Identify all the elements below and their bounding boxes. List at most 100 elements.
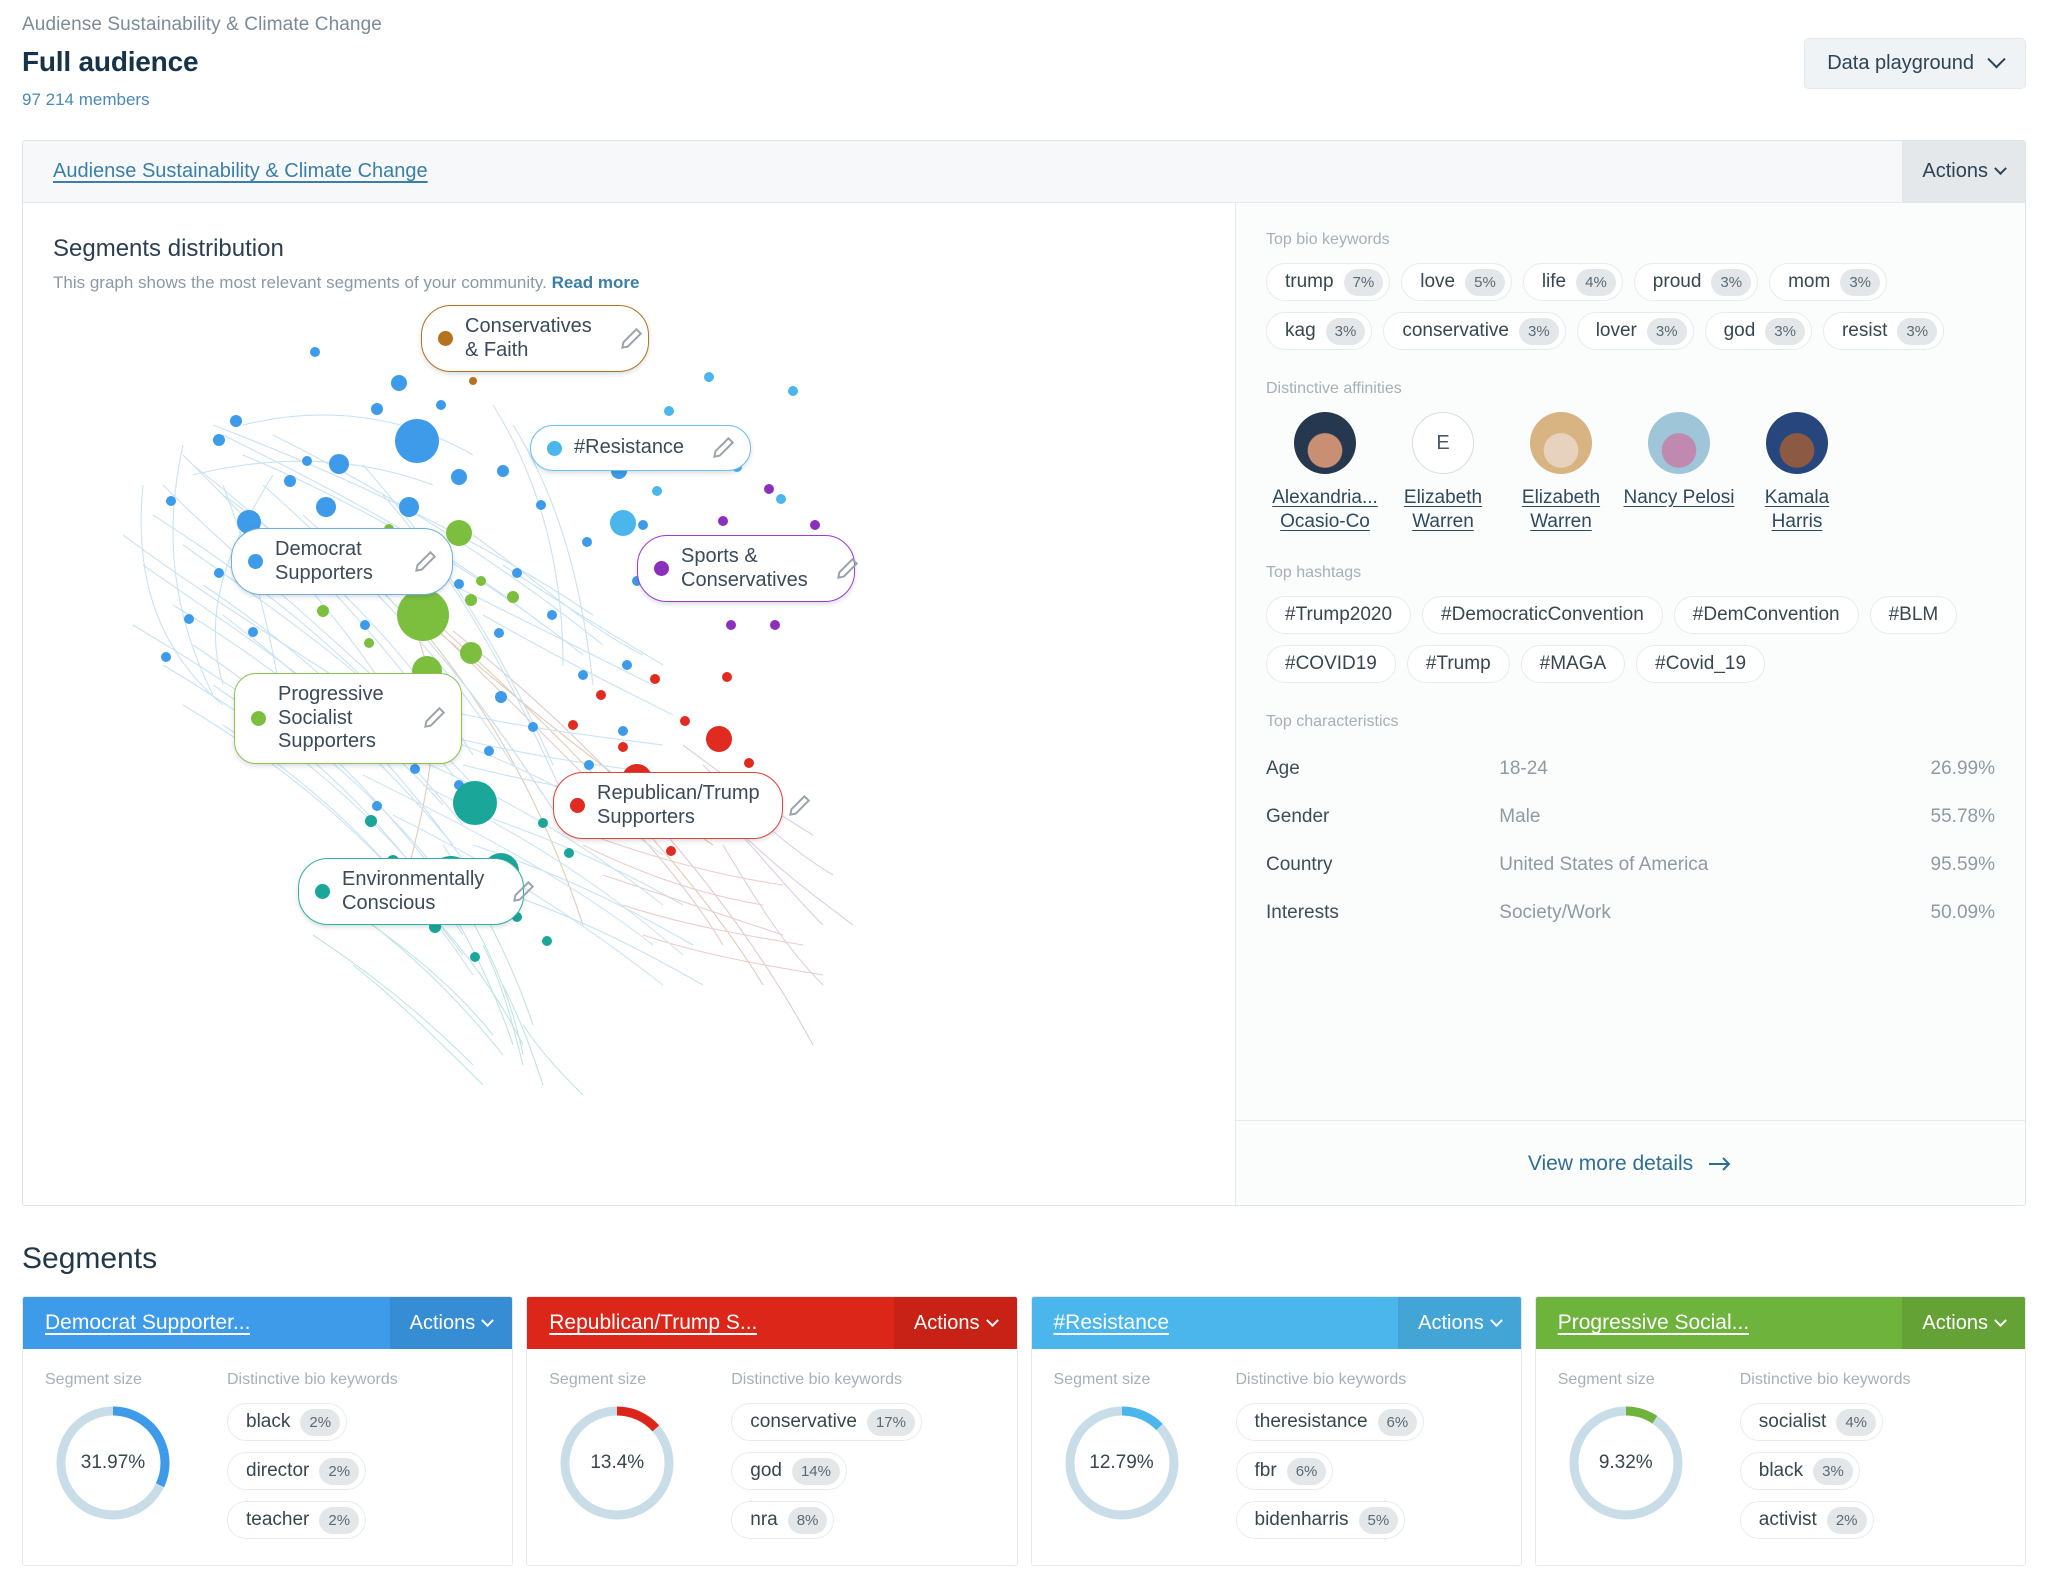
affinity-item[interactable]: Nancy Pelosi (1620, 412, 1738, 534)
graph-label-environmentally-conscious[interactable]: Environmentally Conscious (298, 858, 524, 925)
affinity-item[interactable]: Elizabeth Warren (1502, 412, 1620, 534)
graph-label-republican-trump-supporters[interactable]: Republican/Trump Supporters (553, 772, 783, 839)
bio-keyword-word: resist (1842, 320, 1887, 342)
bio-keywords-label: Top bio keywords (1266, 231, 1995, 249)
bio-keyword-chip[interactable]: love5% (1401, 263, 1512, 301)
edit-pencil-icon[interactable] (421, 705, 447, 731)
data-playground-button[interactable]: Data playground (1804, 38, 2026, 89)
segment-actions-button[interactable]: Actions (1902, 1297, 2025, 1349)
affinity-item[interactable]: Alexandria... Ocasio-Co (1266, 412, 1384, 534)
segment-keyword-chip[interactable]: conservative17% (731, 1403, 922, 1441)
affinity-item[interactable]: Kamala Harris (1738, 412, 1856, 534)
graph-label-democrat-supporters[interactable]: Democrat Supporters (231, 528, 453, 595)
view-more-details-button[interactable]: View more details (1236, 1120, 2025, 1206)
bio-keyword-chip[interactable]: kag3% (1266, 312, 1372, 350)
segment-keyword-chip[interactable]: black2% (227, 1403, 347, 1441)
segment-actions-button[interactable]: Actions (894, 1297, 1017, 1349)
bio-keyword-chip[interactable]: conservative3% (1383, 312, 1565, 350)
segment-keyword-chip[interactable]: bidenharris5% (1236, 1501, 1406, 1539)
hashtag-chip[interactable]: #DemConvention (1674, 596, 1859, 634)
affinity-name[interactable]: Elizabeth Warren (1502, 486, 1620, 534)
hashtag-chip[interactable]: #BLM (1870, 596, 1958, 634)
view-more-label: View more details (1528, 1152, 1693, 1176)
card-actions-button[interactable]: Actions (1902, 141, 2025, 203)
bio-keyword-chip[interactable]: lover3% (1577, 312, 1694, 350)
segment-keyword-chip[interactable]: theresistance6% (1236, 1403, 1425, 1441)
segment-keywords-list: black2% director2% teacher2% (227, 1403, 490, 1539)
segment-card-header: #Resistance Actions (1032, 1297, 1521, 1349)
bio-keyword-chip[interactable]: life4% (1523, 263, 1623, 301)
segment-actions-label: Actions (1418, 1312, 1484, 1335)
segment-card-body: Segment size31.97%Distinctive bio keywor… (23, 1349, 512, 1565)
characteristic-row: GenderMale55.78% (1266, 793, 1995, 841)
segment-card-body: Segment size12.79%Distinctive bio keywor… (1032, 1349, 1521, 1565)
graph-label-text: Sports & Conservatives (681, 545, 808, 592)
affinity-item[interactable]: EElizabeth Warren (1384, 412, 1502, 534)
bio-keyword-chip[interactable]: god3% (1705, 312, 1812, 350)
affinity-name[interactable]: Alexandria... Ocasio-Co (1266, 486, 1384, 534)
segment-actions-button[interactable]: Actions (1398, 1297, 1521, 1349)
graph-label-sports-conservatives[interactable]: Sports & Conservatives (637, 535, 855, 602)
bio-keyword-chip[interactable]: mom3% (1769, 263, 1887, 301)
affinity-name[interactable]: Kamala Harris (1738, 486, 1856, 534)
segment-actions-label: Actions (914, 1312, 980, 1335)
segment-keyword-pct: 3% (1813, 1458, 1853, 1485)
hashtag-chip[interactable]: #COVID19 (1266, 645, 1396, 683)
chevron-down-icon (1987, 50, 2005, 68)
bio-keyword-chip[interactable]: trump7% (1266, 263, 1390, 301)
network-graph[interactable]: Conservatives & Faith #Resistance Democr… (23, 285, 1235, 1206)
hashtag-chip[interactable]: #Covid_19 (1636, 645, 1765, 683)
graph-label-text: #Resistance (574, 436, 684, 460)
segment-name-link[interactable]: Republican/Trump S... (527, 1311, 757, 1335)
segment-keyword-chip[interactable]: black 3% (1740, 1452, 1860, 1490)
characteristic-row: Age18-2426.99% (1266, 745, 1995, 793)
characteristic-key: Country (1266, 841, 1499, 889)
segment-card: Progressive Social...ActionsSegment size… (1535, 1296, 2026, 1566)
segment-name-link[interactable]: Progressive Social... (1536, 1311, 1749, 1335)
avatar (1530, 412, 1592, 474)
segment-name-link[interactable]: Democrat Supporter... (23, 1311, 250, 1335)
hashtag-chip[interactable]: #MAGA (1521, 645, 1626, 683)
segment-keywords-list: conservative17% god14% nra8% (731, 1403, 994, 1539)
edit-pencil-icon[interactable] (412, 549, 438, 575)
segment-color-dot (315, 884, 330, 899)
bio-keyword-pct: 3% (1897, 318, 1937, 345)
segment-keyword-pct: 2% (319, 1458, 359, 1485)
characteristic-value: Society/Work (1499, 889, 1834, 937)
hashtags-label: Top hashtags (1266, 564, 1995, 582)
affinity-name[interactable]: Elizabeth Warren (1384, 486, 1502, 534)
segment-keyword-word: god (750, 1460, 782, 1482)
affinity-name[interactable]: Nancy Pelosi (1620, 486, 1738, 510)
edit-pencil-icon[interactable] (710, 435, 736, 461)
edit-pencil-icon[interactable] (834, 556, 860, 582)
graph-label-conservatives-faith[interactable]: Conservatives & Faith (421, 305, 649, 372)
segment-keyword-chip[interactable]: teacher2% (227, 1501, 366, 1539)
graph-label-text: Republican/Trump Supporters (597, 782, 760, 829)
segment-keyword-chip[interactable]: god14% (731, 1452, 847, 1490)
bio-keyword-pct: 5% (1465, 269, 1505, 296)
segment-card-header: Democrat Supporter... Actions (23, 1297, 512, 1349)
edit-pencil-icon[interactable] (510, 879, 536, 905)
segment-keyword-chip[interactable]: activist2% (1740, 1501, 1874, 1539)
edit-pencil-icon[interactable] (786, 793, 812, 819)
hashtag-chip[interactable]: #Trump (1407, 645, 1510, 683)
segment-keyword-chip[interactable]: director2% (227, 1452, 366, 1490)
bio-keyword-chip[interactable]: proud3% (1634, 263, 1758, 301)
characteristic-pct: 55.78% (1835, 793, 1995, 841)
hashtag-chip[interactable]: #Trump2020 (1266, 596, 1411, 634)
segment-keyword-pct: 6% (1378, 1409, 1418, 1436)
segment-actions-button[interactable]: Actions (390, 1297, 513, 1349)
segment-keyword-chip[interactable]: socialist4% (1740, 1403, 1883, 1441)
graph-label-progressive-socialist-supporters[interactable]: Progressive Socialist Supporters (234, 673, 462, 764)
hashtag-chip[interactable]: #DemocraticConvention (1422, 596, 1663, 634)
segment-name-link[interactable]: #Resistance (1032, 1311, 1170, 1335)
audience-link[interactable]: Audiense Sustainability & Climate Change (53, 160, 428, 183)
characteristics-table: Age18-2426.99%GenderMale55.78%CountryUni… (1266, 745, 1995, 937)
graph-label-resistance[interactable]: #Resistance (530, 425, 751, 471)
edit-pencil-icon[interactable] (618, 326, 644, 352)
avatar (1294, 412, 1356, 474)
segment-keyword-chip[interactable]: fbr6% (1236, 1452, 1334, 1490)
bio-keyword-chip[interactable]: resist 3% (1823, 312, 1944, 350)
segment-keyword-word: black (1759, 1460, 1803, 1482)
segment-keyword-chip[interactable]: nra8% (731, 1501, 834, 1539)
